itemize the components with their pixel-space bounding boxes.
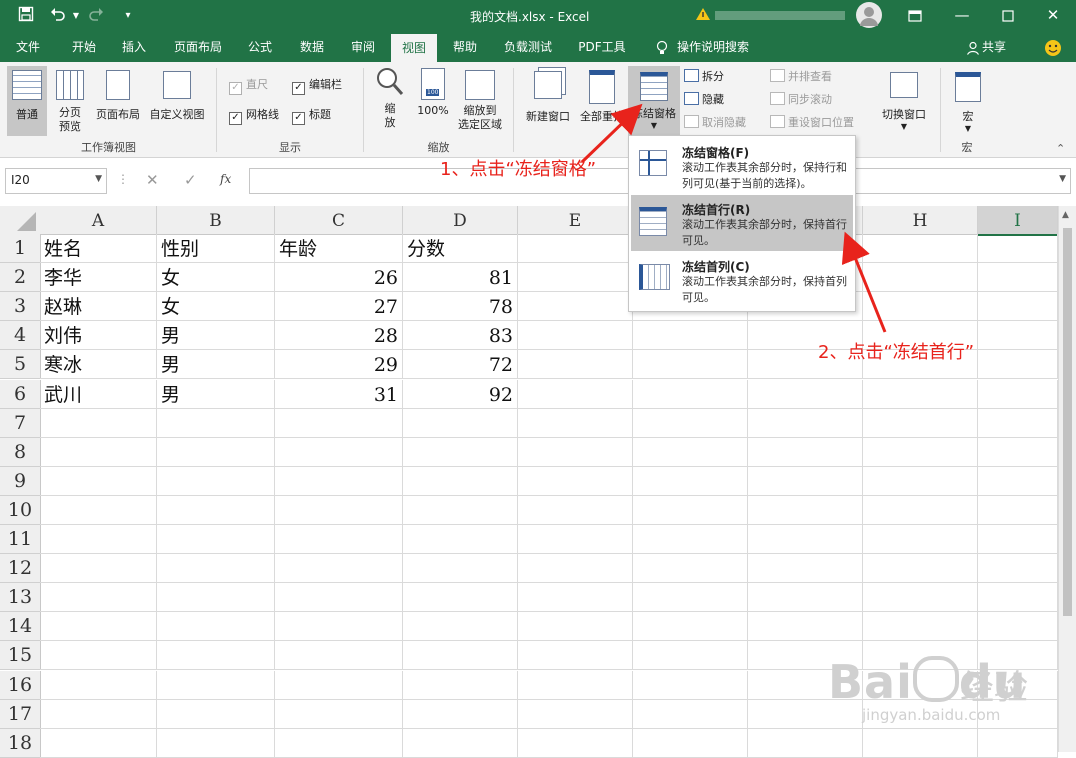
watermark-url: jingyan.baidu.com [862, 706, 1001, 724]
annotation-arrows [580, 103, 887, 333]
watermark-jingyan: 经验 [960, 668, 1028, 708]
paw-icon [912, 656, 959, 702]
annotation-step2: 2、点击“冻结首行” [818, 342, 975, 363]
annotation-step1: 1、点击“冻结窗格” [440, 159, 597, 180]
